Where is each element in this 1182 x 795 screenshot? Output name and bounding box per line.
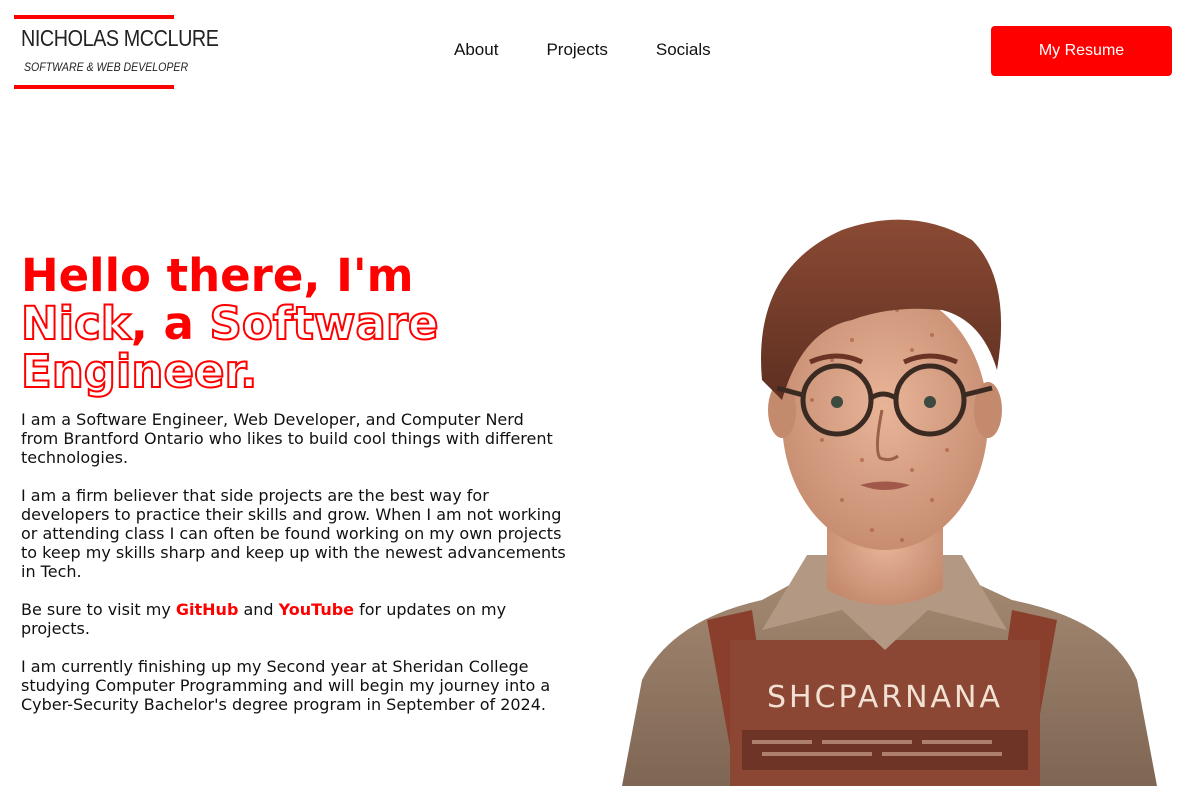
headline-greeting: Hello there, I'm: [21, 249, 414, 302]
portrait-badge-text: SHCPARNANA: [767, 680, 1003, 715]
my-resume-button[interactable]: My Resume: [991, 26, 1172, 76]
headline-engineer: Engineer.: [20, 345, 258, 398]
hero-headline: Hello there, I'm Nick, a Software Engine…: [20, 249, 566, 398]
github-link[interactable]: GitHub: [176, 600, 239, 619]
logo-bottom-bar: [14, 85, 174, 89]
site-logo[interactable]: NICHOLAS MCCLURE SOFTWARE & WEB DEVELOPE…: [14, 15, 219, 90]
bio-links-prefix: Be sure to visit my: [21, 600, 176, 619]
hero-section: Hello there, I'm Nick, a Software Engine…: [20, 249, 566, 733]
bio-paragraph-links: Be sure to visit my GitHub and YouTube f…: [21, 600, 566, 638]
nav-about-link[interactable]: About: [454, 40, 498, 60]
bio-links-and: and: [238, 600, 279, 619]
bio-paragraph-side-projects: I am a firm believer that side projects …: [21, 486, 566, 581]
nav-socials-link[interactable]: Socials: [656, 40, 711, 60]
bio-text: I am a Software Engineer, Web Developer,…: [21, 410, 566, 714]
nav-projects-link[interactable]: Projects: [546, 40, 607, 60]
headline-comma-a: , a: [130, 297, 210, 350]
portrait-illustration: SHCPARNANA: [622, 219, 1157, 786]
headline-software: Software: [208, 297, 439, 350]
logo-top-bar: [14, 15, 174, 19]
logo-name: NICHOLAS MCCLURE: [21, 25, 219, 51]
headline-nick: Nick: [20, 297, 132, 350]
logo-tagline: SOFTWARE & WEB DEVELOPER: [24, 60, 189, 74]
bio-paragraph-education: I am currently finishing up my Second ye…: [21, 657, 551, 714]
youtube-link[interactable]: YouTube: [279, 600, 354, 619]
bio-paragraph-intro: I am a Software Engineer, Web Developer,…: [21, 410, 553, 467]
main-nav: About Projects Socials: [454, 40, 711, 60]
